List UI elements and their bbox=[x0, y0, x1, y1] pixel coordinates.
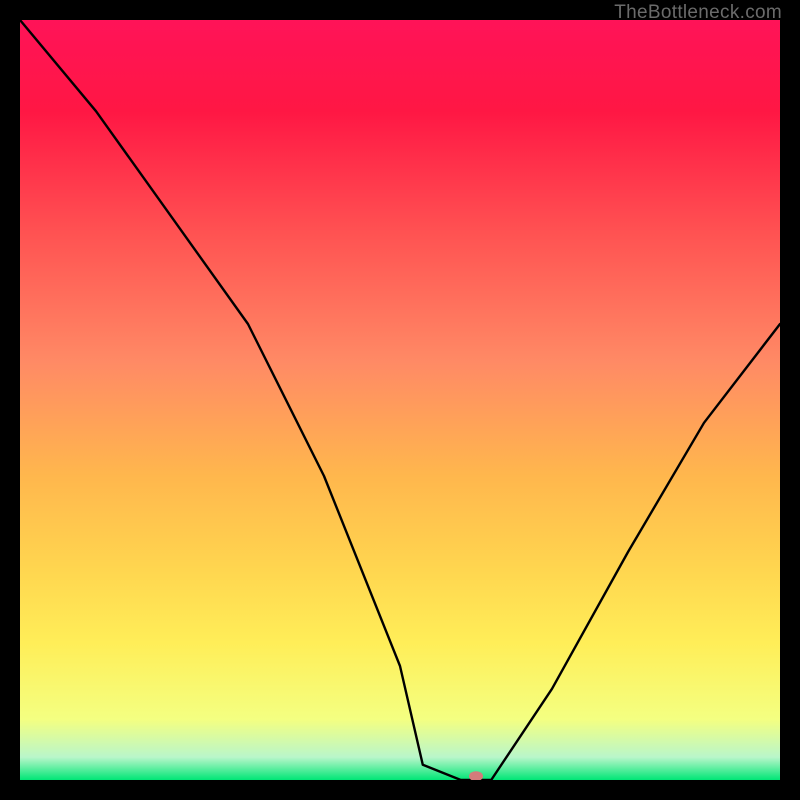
chart-container: TheBottleneck.com bbox=[0, 0, 800, 800]
plot-area bbox=[20, 20, 780, 780]
optimal-point-marker bbox=[469, 771, 483, 780]
bottleneck-curve bbox=[20, 20, 780, 780]
bottleneck-curve-svg bbox=[20, 20, 780, 780]
